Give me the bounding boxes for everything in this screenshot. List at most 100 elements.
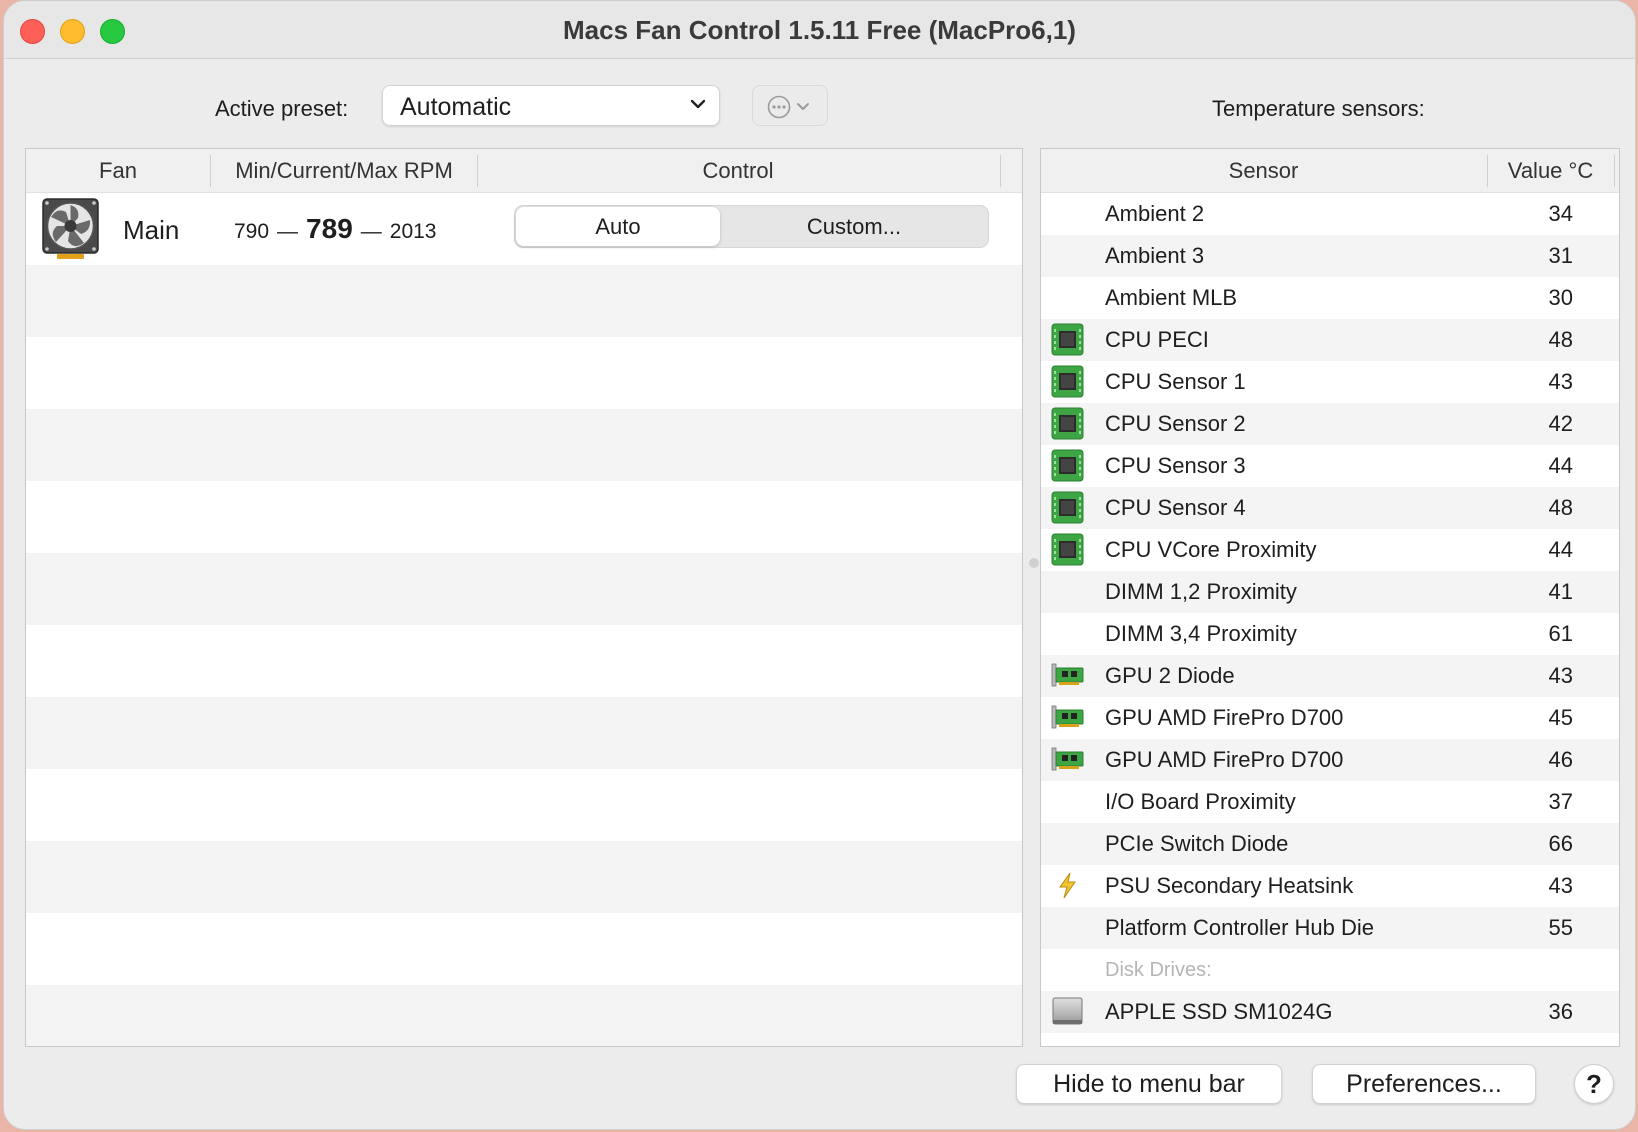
hide-to-menu-bar-button[interactable]: Hide to menu bar xyxy=(1016,1064,1282,1104)
ssd-drive-icon xyxy=(1051,995,1084,1028)
sensor-name: CPU VCore Proximity xyxy=(1105,537,1317,562)
sensor-row[interactable]: CPU VCore Proximity 44 xyxy=(1041,529,1619,571)
sensor-row[interactable]: Ambient 3 31 xyxy=(1041,235,1619,277)
sensor-name: CPU Sensor 4 xyxy=(1105,495,1246,520)
sensor-value: 43 xyxy=(1548,663,1573,688)
sensor-name: PCIe Switch Diode xyxy=(1105,831,1289,856)
sensor-name: DIMM 3,4 Proximity xyxy=(1105,621,1297,646)
sensor-row[interactable]: DIMM 3,4 Proximity 61 xyxy=(1041,613,1619,655)
gpu-card-icon xyxy=(1051,701,1084,734)
preset-actions-button[interactable] xyxy=(752,85,828,126)
sensor-value: 36 xyxy=(1548,999,1573,1024)
column-header-value[interactable]: Value °C xyxy=(1488,158,1613,184)
fan-table-body xyxy=(26,193,1022,1046)
sensor-name: CPU PECI xyxy=(1105,327,1209,352)
gpu-card-icon xyxy=(1051,743,1084,776)
sensor-row[interactable]: I/O Board Proximity 37 xyxy=(1041,781,1619,823)
window-title: Macs Fan Control 1.5.11 Free (MacPro6,1) xyxy=(563,15,1076,45)
fan-icon xyxy=(42,198,99,259)
help-button[interactable]: ? xyxy=(1574,1064,1614,1104)
sensor-table: Sensor Value °C Ambient 2 34 Ambient 3 31 Am… xyxy=(1040,148,1620,1047)
sensor-value: 46 xyxy=(1548,747,1573,772)
cpu-chip-icon xyxy=(1051,365,1084,398)
rpm-separator: — xyxy=(277,220,299,243)
sensor-row[interactable]: DIMM 1,2 Proximity 41 xyxy=(1041,571,1619,613)
sensor-row[interactable]: PSU Secondary Heatsink 43 xyxy=(1041,865,1619,907)
table-row xyxy=(26,337,1022,409)
rpm-separator: — xyxy=(360,220,382,243)
table-row xyxy=(26,265,1022,337)
fan-table-header: Fan Min/Current/Max RPM Control xyxy=(26,149,1022,193)
active-preset-dropdown[interactable]: Automatic xyxy=(382,85,720,126)
fan-control-segmented[interactable]: Auto Custom... xyxy=(514,205,989,248)
sensor-value: 31 xyxy=(1548,243,1573,268)
sensor-name: Ambient 2 xyxy=(1105,201,1205,226)
cpu-chip-icon xyxy=(1051,533,1084,566)
current-rpm: 789 xyxy=(306,213,353,244)
sensor-name: CPU Sensor 1 xyxy=(1105,369,1246,394)
sensor-name: GPU AMD FirePro D700 xyxy=(1105,705,1344,730)
sensor-row[interactable]: GPU 2 Diode 43 xyxy=(1041,655,1619,697)
sensor-value: 66 xyxy=(1548,831,1573,856)
table-row xyxy=(26,841,1022,913)
column-header-control[interactable]: Control xyxy=(478,158,998,184)
app-window: Macs Fan Control 1.5.11 Free (MacPro6,1)… xyxy=(3,0,1636,1130)
sensor-name: CPU Sensor 3 xyxy=(1105,453,1246,478)
sensor-row[interactable]: PCIe Switch Diode 66 xyxy=(1041,823,1619,865)
sensor-row[interactable]: CPU Sensor 1 43 xyxy=(1041,361,1619,403)
sensor-row[interactable]: CPU Sensor 4 48 xyxy=(1041,487,1619,529)
sensor-table-header: Sensor Value °C xyxy=(1041,149,1619,193)
cpu-chip-icon xyxy=(1051,491,1084,524)
table-row xyxy=(26,697,1022,769)
sensor-row[interactable]: Platform Controller Hub Die 55 xyxy=(1041,907,1619,949)
sensor-value: 43 xyxy=(1548,873,1573,898)
cpu-chip-icon xyxy=(1051,407,1084,440)
ellipsis-circle-icon xyxy=(767,95,809,119)
sensor-name: APPLE SSD SM1024G xyxy=(1105,999,1333,1024)
custom-control-button[interactable]: Custom... xyxy=(721,207,987,246)
column-header-rpm[interactable]: Min/Current/Max RPM xyxy=(211,158,477,184)
sensor-value: 45 xyxy=(1548,705,1573,730)
chevron-down-icon xyxy=(690,99,706,109)
sensor-value: 44 xyxy=(1548,453,1573,478)
table-row xyxy=(26,985,1022,1046)
table-row xyxy=(26,913,1022,985)
cpu-chip-icon xyxy=(1051,449,1084,482)
column-divider[interactable] xyxy=(1614,155,1615,187)
sensor-name: Ambient 3 xyxy=(1105,243,1205,268)
preferences-button[interactable]: Preferences... xyxy=(1312,1064,1536,1104)
sensor-row[interactable]: Ambient 2 34 xyxy=(1041,193,1619,235)
sensor-name: DIMM 1,2 Proximity xyxy=(1105,579,1297,604)
table-row xyxy=(26,625,1022,697)
sensor-row[interactable]: CPU Sensor 2 42 xyxy=(1041,403,1619,445)
min-rpm: 790 xyxy=(234,220,270,243)
sensor-value: 55 xyxy=(1548,915,1573,940)
cpu-chip-icon xyxy=(1051,323,1084,356)
sensor-name: I/O Board Proximity xyxy=(1105,789,1296,814)
title-bar[interactable]: Macs Fan Control 1.5.11 Free (MacPro6,1) xyxy=(4,1,1635,59)
sensor-row[interactable]: CPU PECI 48 xyxy=(1041,319,1619,361)
sensor-row[interactable]: GPU AMD FirePro D700 46 xyxy=(1041,739,1619,781)
column-header-sensor[interactable]: Sensor xyxy=(1041,158,1486,184)
sensor-value: 44 xyxy=(1548,537,1573,562)
sensor-value: 42 xyxy=(1548,411,1573,436)
sensor-row[interactable]: Ambient MLB 30 xyxy=(1041,277,1619,319)
sensor-value: 37 xyxy=(1548,789,1573,814)
table-row xyxy=(26,769,1022,841)
fan-row-main[interactable]: Main 790 — 789 — 2013 Auto Custom... xyxy=(26,193,1022,265)
column-header-fan[interactable]: Fan xyxy=(26,158,210,184)
split-view-handle[interactable] xyxy=(1029,558,1039,568)
table-row xyxy=(26,409,1022,481)
sensor-name: CPU Sensor 2 xyxy=(1105,411,1246,436)
auto-control-button[interactable]: Auto xyxy=(516,207,720,246)
sensor-name: Ambient MLB xyxy=(1105,285,1238,310)
sensor-value: 48 xyxy=(1548,327,1573,352)
sensor-name: GPU AMD FirePro D700 xyxy=(1105,747,1344,772)
gpu-card-icon xyxy=(1051,659,1084,692)
column-divider[interactable] xyxy=(1000,155,1001,187)
table-row xyxy=(26,481,1022,553)
sensor-row[interactable]: GPU AMD FirePro D700 45 xyxy=(1041,697,1619,739)
sensor-row[interactable]: CPU Sensor 3 44 xyxy=(1041,445,1619,487)
sensor-row[interactable]: APPLE SSD SM1024G 36 xyxy=(1041,991,1619,1033)
active-preset-value: Automatic xyxy=(400,93,512,121)
